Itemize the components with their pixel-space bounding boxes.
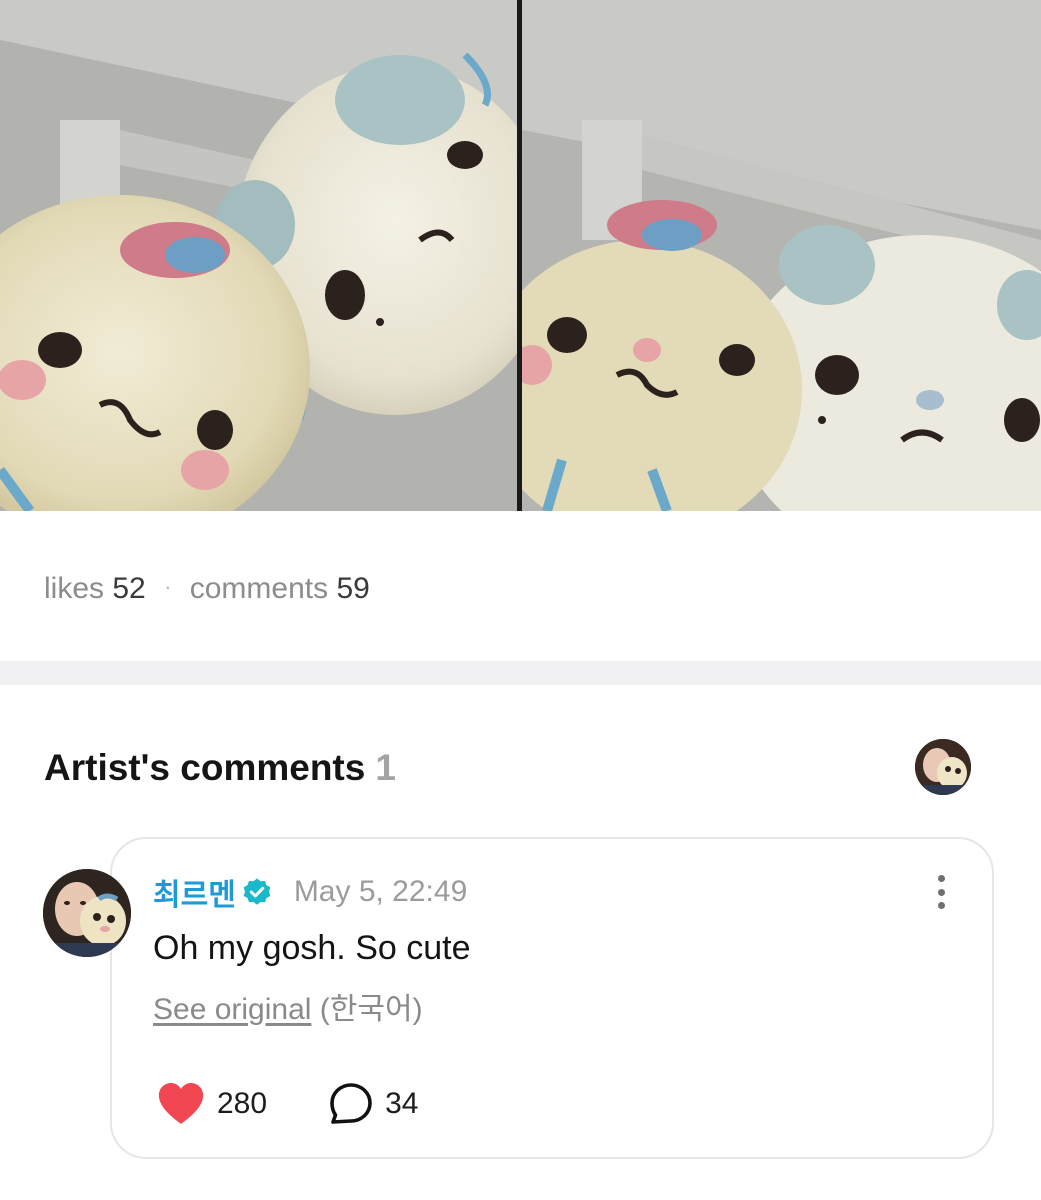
more-vertical-icon-dot: [937, 888, 945, 896]
section-divider: [0, 661, 1041, 685]
artist-comments-heading: Artist's comments 1: [44, 744, 396, 792]
post-photo-2[interactable]: [522, 0, 1041, 511]
likes-label: likes: [44, 572, 105, 605]
more-vertical-icon-dot: [937, 875, 945, 882]
more-options-button[interactable]: [925, 872, 957, 912]
post-photo-1[interactable]: [0, 0, 517, 511]
comment-author-avatar[interactable]: [43, 869, 131, 957]
post-stats: likes 52 · comments 59: [44, 567, 370, 609]
more-vertical-icon-dot: [937, 902, 945, 909]
comment-timestamp: May 5, 22:49: [293, 875, 468, 908]
comment-body: Oh my gosh. So cute: [153, 929, 471, 967]
artist-avatar-image: [915, 739, 971, 795]
likes-count[interactable]: 52: [112, 572, 145, 605]
comments-count[interactable]: 59: [336, 572, 369, 605]
original-language-label: (한국어): [319, 993, 423, 1026]
comment-actions: 280 34: [157, 1080, 418, 1128]
artist-comments-title: Artist's comments: [44, 747, 366, 788]
plush-photo-left-image: [0, 0, 517, 511]
artist-comments-count: 1: [375, 747, 396, 788]
like-count: 280: [217, 1087, 268, 1120]
artist-avatar-filter[interactable]: [915, 739, 971, 795]
comment-meta: 최르멘 May 5, 22:49: [153, 870, 467, 914]
verified-badge-icon: [243, 878, 271, 905]
reply-count: 34: [385, 1087, 419, 1120]
comment-author-name[interactable]: 최르멘: [153, 870, 236, 914]
see-original-link[interactable]: See original: [153, 993, 311, 1026]
translation-note: See original (한국어): [153, 990, 423, 1030]
speech-bubble-icon: [330, 1083, 372, 1124]
plush-photo-right-image: [522, 0, 1041, 511]
heart-icon: [158, 1083, 204, 1124]
like-button[interactable]: 280: [157, 1082, 267, 1126]
comments-label: comments: [189, 572, 329, 605]
reply-button[interactable]: 34: [329, 1082, 418, 1126]
post-photo-strip: [0, 0, 1041, 511]
stats-separator: ·: [164, 574, 172, 599]
comment-avatar-image: [43, 869, 131, 957]
